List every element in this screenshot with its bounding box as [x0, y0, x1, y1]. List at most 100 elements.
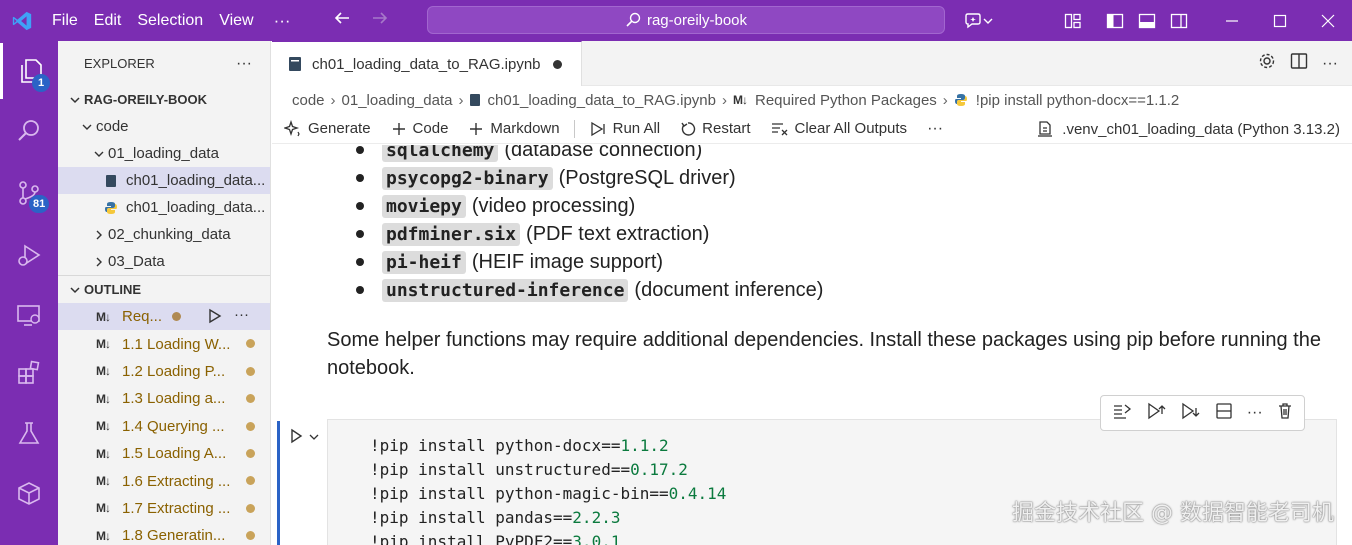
execute-below-icon[interactable] — [1180, 402, 1200, 425]
code-editor[interactable]: !pip install python-docx==1.1.2 !pip inst… — [370, 434, 726, 545]
package-desc: (database connection) — [504, 145, 703, 161]
nav-buttons — [323, 10, 399, 31]
containers-activity[interactable] — [0, 465, 58, 521]
modified-dot-icon — [246, 421, 255, 431]
cell-focus-indicator — [277, 421, 280, 545]
menu-file[interactable]: File — [44, 12, 86, 30]
breadcrumb-item[interactable]: !pip install python-docx==1.1.2 — [976, 92, 1179, 109]
tab-notebook[interactable]: ch01_loading_data_to_RAG.ipynb — [272, 41, 582, 86]
package-name: pi-heif — [382, 250, 466, 274]
plus-icon — [392, 122, 405, 135]
markdown-icon: M↓ — [96, 391, 111, 406]
code-line: !pip install python-magic-bin==0.4.14 — [370, 482, 726, 506]
project-section-header[interactable]: RAG-OREILY-BOOK — [58, 86, 270, 113]
testing-activity[interactable] — [0, 405, 58, 461]
command-center-search[interactable]: rag-oreily-book — [427, 6, 945, 34]
menu-view[interactable]: View — [211, 12, 261, 30]
customize-layout-icon[interactable] — [1047, 13, 1099, 29]
run-all-button[interactable]: Run All — [589, 120, 660, 137]
outline-item[interactable]: M↓ 1.5 Loading A... — [58, 440, 270, 467]
window-controls — [1208, 0, 1352, 41]
run-section-icon[interactable] — [208, 308, 222, 328]
remote-explorer-activity[interactable] — [0, 287, 58, 343]
container-icon — [18, 482, 40, 505]
outline-item-label: 1.6 Extracting ... — [122, 472, 231, 490]
outline-item[interactable]: M↓ 1.8 Generatin... — [58, 522, 270, 545]
forward-arrow-icon[interactable] — [361, 10, 399, 31]
outline-section-header[interactable]: OUTLINE — [58, 276, 270, 303]
outline-item[interactable]: M↓ 1.3 Loading a... — [58, 385, 270, 412]
maximize-icon[interactable] — [1256, 0, 1304, 41]
toggle-secondary-sidebar-icon[interactable] — [1163, 13, 1195, 29]
outline-item[interactable]: M↓ 1.2 Loading P... — [58, 358, 270, 385]
menu-edit[interactable]: Edit — [86, 12, 130, 30]
explorer-title: EXPLORER — [84, 56, 155, 71]
breadcrumb: code › 01_loading_data › ch01_loading_da… — [272, 86, 1352, 114]
cell-more-icon[interactable]: ··· — [1247, 404, 1263, 422]
cell-toolbar: ··· — [1100, 395, 1305, 431]
remote-explorer-icon — [17, 305, 40, 326]
tree-item[interactable]: ch01_loading_data... — [58, 194, 270, 221]
back-arrow-icon[interactable] — [323, 10, 361, 31]
chevron-down-icon[interactable] — [308, 430, 320, 448]
breadcrumb-item[interactable]: code — [292, 92, 325, 109]
modified-dot-icon — [246, 503, 255, 513]
explorer-activity[interactable]: 1 — [0, 43, 58, 99]
close-icon[interactable] — [1304, 0, 1352, 41]
unsaved-dot-icon[interactable] — [552, 59, 562, 69]
tree-item[interactable]: 01_loading_data — [58, 140, 270, 167]
tab-bar: ch01_loading_data_to_RAG.ipynb ··· — [272, 41, 1352, 86]
more-actions-icon[interactable]: ··· — [1322, 55, 1338, 73]
execute-above-icon[interactable] — [1146, 402, 1166, 425]
sparkle-icon — [284, 119, 300, 136]
chevron-right-icon — [90, 229, 108, 241]
split-cell-icon[interactable] — [1215, 402, 1233, 425]
menu-selection[interactable]: Selection — [129, 12, 211, 30]
outline-more-icon[interactable]: ··· — [234, 306, 249, 323]
toolbar-more-icon[interactable]: ··· — [927, 120, 943, 138]
breadcrumb-item[interactable]: ch01_loading_data_to_RAG.ipynb — [487, 92, 716, 109]
modified-dot-icon — [172, 312, 181, 321]
code-label: Code — [412, 120, 449, 137]
outline-item[interactable]: M↓ 1.4 Querying ... — [58, 413, 270, 440]
run-cell-icon[interactable] — [288, 428, 304, 449]
add-markdown-cell-button[interactable]: Markdown — [468, 120, 560, 137]
toggle-panel-icon[interactable] — [1131, 13, 1163, 29]
tree-item[interactable]: 02_chunking_data — [58, 221, 270, 248]
run-debug-activity[interactable] — [0, 227, 58, 283]
toggle-sidebar-icon[interactable] — [1099, 13, 1131, 29]
generate-button[interactable]: Generate — [284, 119, 371, 138]
delete-cell-icon[interactable] — [1277, 402, 1293, 425]
package-desc: (PostgreSQL driver) — [558, 166, 736, 189]
minimize-icon[interactable] — [1208, 0, 1256, 41]
plus-icon — [470, 122, 483, 135]
outline-item[interactable]: M↓ 1.1 Loading W... — [58, 330, 270, 357]
gear-icon[interactable] — [1258, 52, 1276, 75]
tree-item[interactable]: ch01_loading_data... — [58, 167, 270, 194]
package-name: sqlalchemy — [382, 145, 499, 162]
notebook-file-icon — [289, 57, 301, 71]
tree-item[interactable]: code — [58, 113, 270, 140]
breadcrumb-item[interactable]: 01_loading_data — [342, 92, 453, 109]
outline-item[interactable]: M↓ 1.6 Extracting ... — [58, 467, 270, 494]
outline-item[interactable]: M↓ 1.7 Extracting ... — [58, 495, 270, 522]
outline-item[interactable]: M↓ Req... ··· — [58, 303, 270, 331]
extensions-activity[interactable] — [0, 345, 58, 401]
copilot-icon[interactable] — [955, 12, 1001, 30]
menu-more-icon[interactable]: ··· — [262, 11, 303, 31]
explorer-more-icon[interactable]: ··· — [236, 55, 252, 73]
search-activity[interactable] — [0, 103, 58, 159]
add-code-cell-button[interactable]: Code — [391, 120, 449, 137]
markdown-label: Markdown — [490, 120, 560, 137]
source-control-activity[interactable]: 81 — [0, 165, 58, 221]
markdown-icon: M↓ — [96, 501, 111, 516]
code-text: !pip install unstructured== — [370, 460, 631, 479]
run-by-line-icon[interactable] — [1112, 402, 1132, 425]
breadcrumb-item[interactable]: Required Python Packages — [755, 92, 937, 109]
kernel-picker[interactable]: .venv_ch01_loading_data (Python 3.13.2) — [1036, 114, 1340, 144]
split-editor-icon[interactable] — [1290, 52, 1308, 75]
package-name: pdfminer.six — [382, 222, 521, 246]
clear-outputs-button[interactable]: Clear All Outputs — [771, 120, 907, 137]
restart-button[interactable]: Restart — [680, 120, 751, 137]
tree-item[interactable]: 03_Data — [58, 248, 270, 275]
